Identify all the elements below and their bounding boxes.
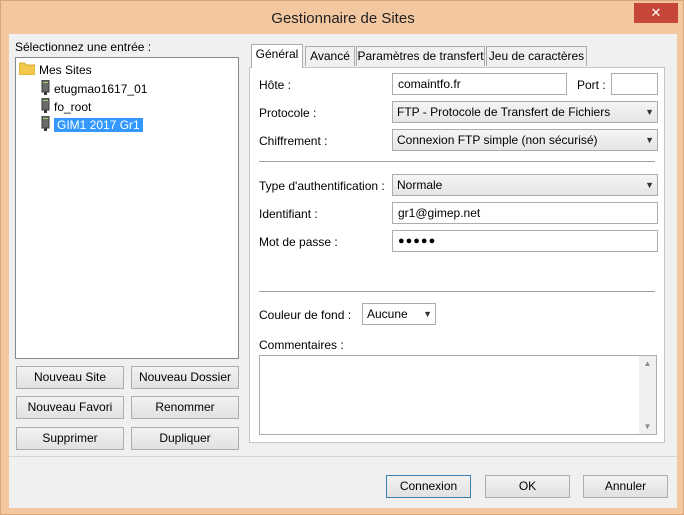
tree-item-label: fo_root — [54, 100, 92, 115]
scroll-down-icon[interactable]: ▼ — [639, 422, 656, 431]
comments-scrollbar[interactable]: ▲ ▼ — [639, 356, 656, 434]
window-title: Gestionnaire de Sites — [271, 10, 415, 27]
ok-button[interactable]: OK — [485, 475, 570, 498]
cancel-button[interactable]: Annuler — [583, 475, 668, 498]
protocol-select[interactable]: FTP - Protocole de Transfert de Fichiers… — [392, 101, 658, 123]
user-label: Identifiant : — [259, 207, 318, 221]
chevron-down-icon: ▼ — [645, 135, 654, 145]
comments-label: Commentaires : — [259, 338, 344, 352]
scroll-up-icon[interactable]: ▲ — [639, 359, 656, 368]
server-icon — [41, 97, 50, 118]
general-tab-panel: Hôte : comaintfo.fr Port : Protocole : F… — [249, 67, 665, 443]
auth-type-select[interactable]: Normale ▼ — [392, 174, 658, 196]
folder-icon — [18, 62, 36, 80]
auth-type-label: Type d'authentification : — [259, 179, 385, 193]
bgcolor-select-value: Aucune — [367, 307, 408, 321]
close-button[interactable]: ✕ — [634, 3, 678, 23]
chevron-down-icon: ▼ — [645, 107, 654, 117]
connect-button[interactable]: Connexion — [386, 475, 471, 498]
new-site-button[interactable]: Nouveau Site — [16, 366, 124, 389]
site-tree[interactable]: Mes Sites etugmao1617_01 fo_root GIM1 20… — [15, 57, 239, 359]
bgcolor-select[interactable]: Aucune ▼ — [362, 303, 436, 325]
title-bar[interactable]: Gestionnaire de Sites ✕ — [2, 2, 684, 34]
tree-item-etugmao1617[interactable]: etugmao1617_01 — [41, 79, 148, 100]
tab-general[interactable]: Général — [251, 44, 303, 68]
new-bookmark-button[interactable]: Nouveau Favori — [16, 396, 124, 419]
host-input[interactable]: comaintfo.fr — [392, 73, 567, 95]
encryption-select-value: Connexion FTP simple (non sécurisé) — [397, 133, 598, 147]
delete-button[interactable]: Supprimer — [16, 427, 124, 450]
port-input[interactable] — [611, 73, 658, 95]
tab-advanced[interactable]: Avancé — [305, 46, 355, 66]
tree-item-label: etugmao1617_01 — [54, 82, 148, 97]
tree-label: Sélectionnez une entrée : — [15, 40, 152, 54]
rename-button[interactable]: Renommer — [131, 396, 239, 419]
port-label: Port : — [577, 78, 606, 92]
chevron-down-icon: ▼ — [645, 180, 654, 190]
separator — [259, 161, 655, 162]
tree-item-gim1-2017-gr1[interactable]: GIM1 2017 Gr1 — [41, 115, 143, 136]
footer-separator — [9, 456, 677, 457]
dialog-window: Gestionnaire de Sites ✕ Sélectionnez une… — [0, 0, 684, 515]
protocol-select-value: FTP - Protocole de Transfert de Fichiers — [397, 105, 611, 119]
tree-item-label-selected: GIM1 2017 Gr1 — [54, 118, 143, 133]
comments-textarea[interactable]: ▲ ▼ — [259, 355, 657, 435]
server-icon — [41, 79, 50, 100]
dialog-client-area: Sélectionnez une entrée : Mes Sites etug… — [9, 34, 677, 508]
password-label: Mot de passe : — [259, 235, 338, 249]
host-label: Hôte : — [259, 78, 292, 92]
server-icon — [41, 115, 50, 136]
tab-charset[interactable]: Jeu de caractères — [486, 46, 587, 66]
encryption-label: Chiffrement : — [259, 134, 328, 148]
encryption-select[interactable]: Connexion FTP simple (non sécurisé) ▼ — [392, 129, 658, 151]
user-input[interactable]: gr1@gimep.net — [392, 202, 658, 224]
password-input[interactable]: ●●●●● — [392, 230, 658, 252]
auth-type-select-value: Normale — [397, 178, 443, 192]
tree-item-fo-root[interactable]: fo_root — [41, 97, 92, 118]
tree-root-label: Mes Sites — [39, 63, 92, 78]
separator — [259, 291, 655, 292]
bgcolor-label: Couleur de fond : — [259, 308, 352, 322]
new-folder-button[interactable]: Nouveau Dossier — [131, 366, 239, 389]
protocol-label: Protocole : — [259, 106, 317, 120]
duplicate-button[interactable]: Dupliquer — [131, 427, 239, 450]
tab-transfer-settings[interactable]: Paramètres de transfert — [356, 46, 485, 66]
chevron-down-icon: ▼ — [423, 309, 432, 319]
tree-root-mes-sites[interactable]: Mes Sites — [18, 62, 92, 80]
